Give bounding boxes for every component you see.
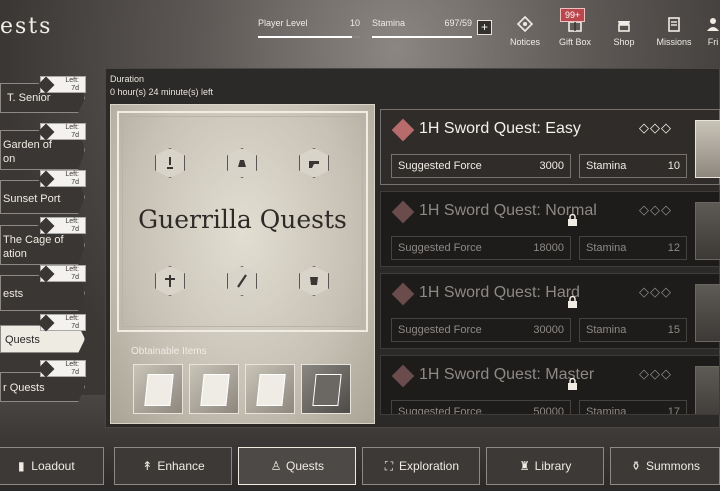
missions-label: Missions [656, 37, 692, 47]
time-left-tag: Left: 7d [37, 360, 86, 378]
banner-title: Guerrilla Quests [138, 205, 347, 234]
quest-stars: ◇◇◇ [639, 366, 672, 381]
gift-box-label: Gift Box [558, 37, 591, 47]
stamina-value: 697/59 [444, 18, 472, 28]
notices-button[interactable]: Notices [501, 15, 549, 47]
duration-label: Duration [110, 74, 145, 84]
enhance-icon: ↟ [142, 459, 153, 473]
gift-count-badge: 99+ [560, 8, 586, 22]
missions-button[interactable]: Missions [650, 16, 698, 47]
stamina-bar [372, 36, 472, 38]
quest-row-normal[interactable]: 1H Sword Quest: Normal ◇◇◇ Suggested For… [380, 191, 720, 267]
loadout-icon: ▮ [17, 459, 25, 473]
quest-type-icon [391, 118, 415, 142]
friends-icon [698, 16, 720, 34]
tab-summons[interactable]: ⚱ Summons [610, 447, 720, 485]
suggested-force: Suggested Force 3000 [391, 154, 571, 178]
summons-icon: ⚱ [630, 459, 642, 473]
stamina-cost: Stamina 15 [579, 318, 687, 342]
friends-button[interactable]: Fri [698, 16, 720, 47]
notices-label: Notices [509, 37, 540, 47]
missions-icon [650, 16, 698, 34]
left-list-label: ests [3, 288, 24, 300]
tab-loadout[interactable]: ▮ Loadout [0, 447, 104, 485]
time-left-tag: Left: 7d [37, 217, 86, 235]
exploration-icon: ⛶ [384, 459, 394, 473]
suggested-force: Suggested Force 18000 [391, 236, 571, 260]
quest-type-icon [391, 200, 415, 224]
quest-thumbnail [695, 202, 720, 260]
time-left-tag: Left: 7d [37, 314, 86, 332]
item-slot[interactable] [245, 364, 295, 414]
duration: Duration 0 hour(s) 24 minute(s) left [110, 73, 213, 99]
lock-icon [568, 214, 577, 226]
quest-thumbnail [695, 284, 720, 342]
quest-row-hard[interactable]: 1H Sword Quest: Hard ◇◇◇ Suggested Force… [380, 273, 720, 349]
item-card-icon [144, 374, 174, 406]
stamina-cost: Stamina 12 [579, 236, 687, 260]
library-icon: ♜ [519, 459, 531, 473]
shop-icon [600, 16, 648, 34]
tab-enhance[interactable]: ↟ Enhance [114, 447, 232, 485]
left-list-label: Quests [5, 334, 40, 346]
left-list-label: Sunset Port [3, 193, 61, 205]
tab-library[interactable]: ♜ Library [486, 447, 604, 485]
friends-label: Fri [707, 37, 719, 47]
stamina-meter: Stamina 697/59 [372, 18, 472, 38]
stamina-cost: Stamina 17 [579, 400, 687, 414]
time-left-tag: Left: 7d [37, 265, 86, 283]
quests-icon: ♙ [270, 459, 282, 473]
stamina-label: Stamina [372, 18, 406, 28]
item-slot[interactable] [189, 364, 239, 414]
time-left-tag: Left: 7d [37, 76, 86, 94]
quest-title: 1H Sword Quest: Hard [419, 284, 580, 301]
duration-value: 0 hour(s) 24 minute(s) left [110, 87, 214, 97]
item-card-icon [256, 374, 286, 406]
quest-stars: ◇◇◇ [639, 120, 672, 135]
quest-row-master[interactable]: 1H Sword Quest: Master ◇◇◇ Suggested For… [380, 355, 720, 415]
stamina-cost: Stamina 10 [579, 154, 687, 178]
quest-thumbnail [695, 120, 720, 178]
item-slot[interactable] [301, 364, 351, 414]
left-list-label: r Quests [3, 382, 45, 394]
left-list-label-2: on [3, 153, 16, 165]
suggested-force: Suggested Force 30000 [391, 318, 571, 342]
quest-title: 1H Sword Quest: Easy [419, 120, 581, 137]
left-list-label: T. Senior [7, 92, 51, 104]
shop-button[interactable]: Shop [600, 16, 648, 47]
item-card-icon [200, 374, 230, 406]
page-title: ests [0, 14, 53, 39]
lock-icon [568, 296, 577, 308]
obtainable-items-label: Obtainable Items [131, 346, 207, 357]
item-card-icon [312, 374, 342, 406]
add-stamina-button[interactable]: + [477, 20, 492, 35]
suggested-force: Suggested Force 50000 [391, 400, 571, 414]
tab-quests[interactable]: ♙ Quests [238, 447, 356, 485]
player-level-bar-fill [258, 36, 352, 38]
quest-type-icon [391, 364, 415, 388]
time-left-tag: Left: 7d [37, 170, 86, 188]
quest-stars: ◇◇◇ [639, 284, 672, 299]
player-level-meter: Player Level 10 [258, 18, 360, 38]
left-list-label: Garden of [3, 139, 52, 151]
left-list-label: The Cage of [3, 234, 64, 246]
quest-stars: ◇◇◇ [639, 202, 672, 217]
quest-row-easy[interactable]: 1H Sword Quest: Easy ◇◇◇ Suggested Force… [380, 109, 720, 185]
stamina-bar-fill [372, 36, 472, 38]
tab-exploration[interactable]: ⛶ Exploration [362, 447, 480, 485]
player-level-label: Player Level [258, 18, 308, 28]
time-left-tag: Left: 7d [37, 123, 86, 141]
player-level-bar [258, 36, 360, 38]
left-list-label-2: ation [3, 248, 27, 260]
shop-label: Shop [613, 37, 635, 47]
lock-icon [568, 378, 577, 390]
item-slot[interactable] [133, 364, 183, 414]
player-level-value: 10 [349, 18, 360, 28]
quest-thumbnail [695, 366, 719, 414]
notice-icon [501, 15, 549, 34]
quest-type-icon [391, 282, 415, 306]
